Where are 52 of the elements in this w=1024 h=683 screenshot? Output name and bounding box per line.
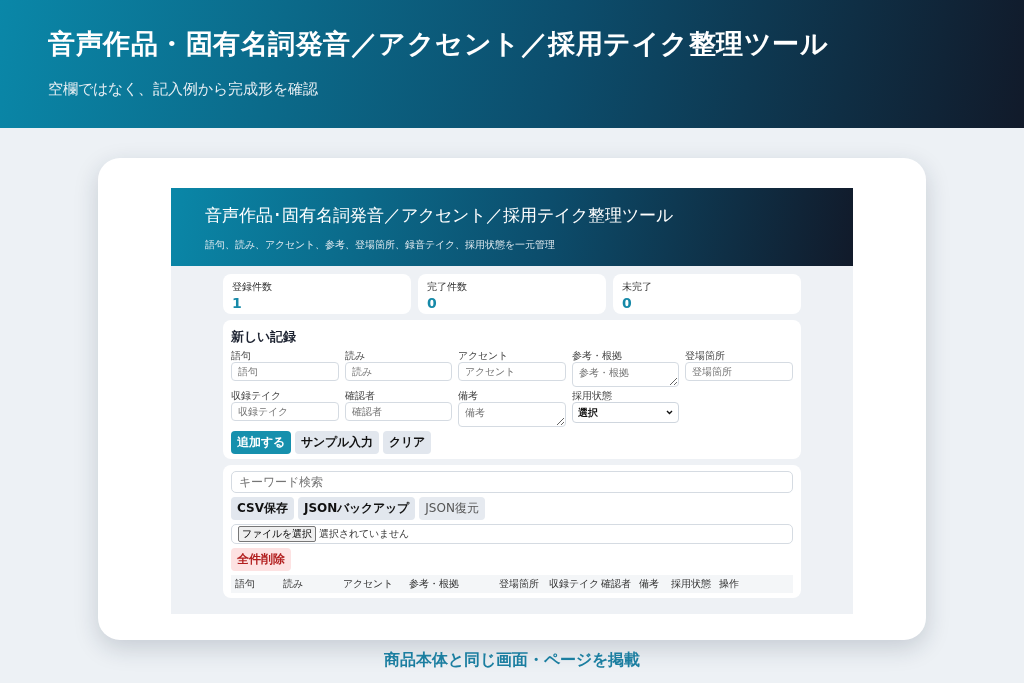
stat-value: 0: [427, 295, 438, 311]
field-label: アクセント: [458, 350, 510, 361]
input-field[interactable]: アクセント: [458, 362, 566, 381]
stat-label: 未完了: [622, 280, 653, 294]
column-header: 読み: [283, 577, 304, 591]
field-label: 収録テイク: [231, 390, 282, 401]
delete-all-button[interactable]: 全件削除: [231, 548, 291, 571]
text-area[interactable]: 備考: [458, 402, 566, 427]
app-title: 音声作品･固有名詞発音／アクセント／採用テイク整理ツール: [205, 204, 674, 227]
column-header: 参考・根拠: [409, 577, 460, 591]
field-label: 参考・根拠: [571, 350, 623, 361]
stat-value: 0: [622, 295, 633, 311]
toolbar-button[interactable]: JSONバックアップ: [297, 497, 416, 520]
stat-value: 1: [232, 295, 243, 311]
field-label: 確認者: [344, 390, 376, 401]
app-subtitle: 語句、読み、アクセント、参考、登場箇所、録音テイク、採用状態を一元管理: [205, 238, 556, 252]
stat-label: 完了件数: [427, 280, 468, 294]
search-field[interactable]: キーワード検索: [231, 471, 793, 493]
select-field[interactable]: 選択: [571, 402, 680, 423]
toolbar-button[interactable]: CSV保存: [231, 497, 294, 520]
field-label: 採用状態: [571, 390, 613, 401]
column-header: 登場箇所: [499, 577, 540, 591]
banner-title: 音声作品・固有名詞発音／アクセント／採用テイク整理ツール: [48, 27, 829, 61]
text-area[interactable]: 参考・根拠: [571, 362, 680, 387]
file-status: 選択されていません: [319, 527, 409, 541]
column-header: 収録テイク: [549, 577, 600, 591]
column-header: 確認者: [601, 577, 632, 591]
input-field[interactable]: 収録テイク: [231, 402, 339, 421]
section-title: 新しい記録: [231, 329, 297, 346]
add-button[interactable]: 追加する: [231, 431, 291, 454]
field-label: 備考: [458, 390, 480, 401]
input-field[interactable]: 語句: [231, 362, 339, 381]
column-header: 採用状態: [671, 577, 712, 591]
banner-subtitle: 空欄ではなく、記入例から完成形を確認: [48, 80, 319, 99]
field-label: 登場箇所: [685, 350, 727, 361]
input-field[interactable]: 確認者: [344, 402, 453, 421]
form-button[interactable]: サンプル入力: [295, 431, 379, 454]
toolbar-button[interactable]: JSON復元: [419, 497, 485, 520]
field-label: 読み: [344, 350, 366, 361]
stat-label: 登録件数: [232, 280, 273, 294]
form-button[interactable]: クリア: [383, 431, 431, 454]
chevron-down-icon: [666, 410, 674, 415]
column-header: 操作: [719, 577, 740, 591]
input-field[interactable]: 登場箇所: [685, 362, 793, 381]
file-choose-button[interactable]: ファイルを選択: [238, 526, 316, 542]
column-header: 備考: [639, 577, 660, 591]
caption: 商品本体と同じ画面・ページを掲載: [384, 650, 640, 671]
column-header: 語句: [235, 577, 256, 591]
file-input[interactable]: ファイルを選択 選択されていません: [231, 524, 793, 544]
column-header: アクセント: [343, 577, 394, 591]
field-label: 語句: [231, 350, 252, 361]
input-field[interactable]: 読み: [344, 362, 453, 381]
